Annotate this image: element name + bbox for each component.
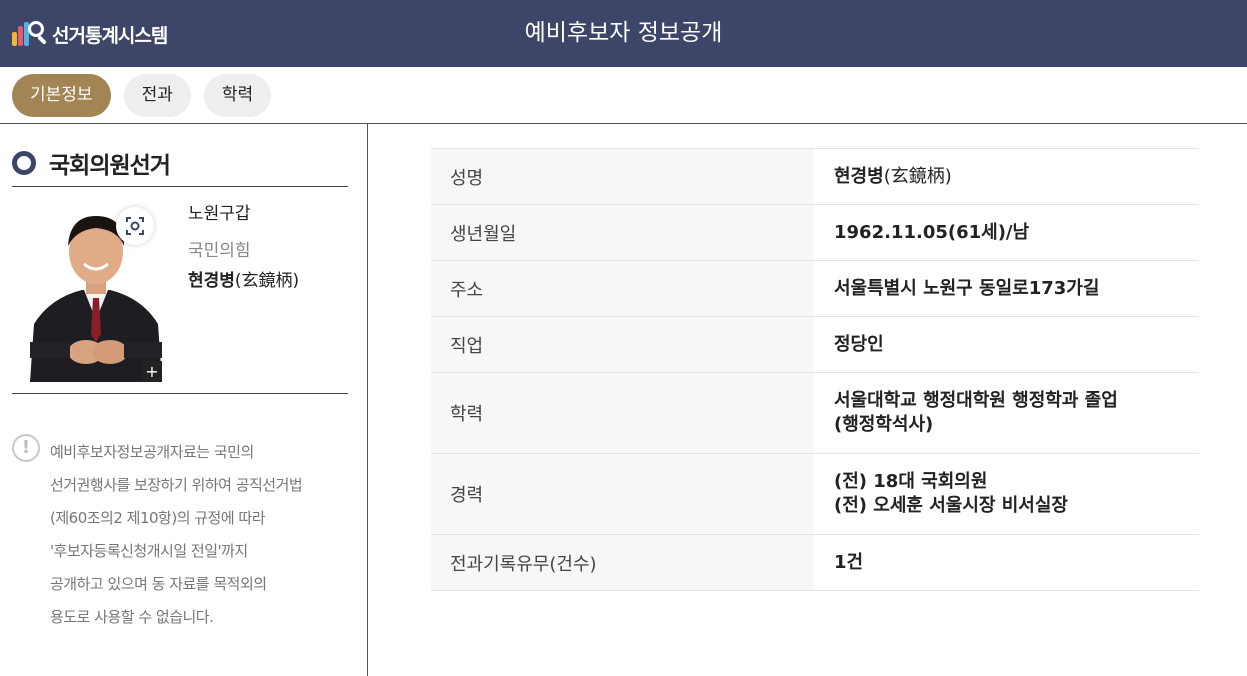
education-line: (행정학석사) — [834, 414, 934, 435]
tab-bar: 기본정보 전과 학력 — [12, 74, 284, 117]
value-criminal-record: 1건 — [814, 534, 1199, 591]
notice-line: (제60조의2 제10항)의 규정에 따라 — [50, 509, 266, 527]
value-name-hangul: 현경병 — [834, 165, 884, 187]
tab-basic-info[interactable]: 기본정보 — [12, 74, 111, 117]
sidebar-separator — [12, 393, 348, 394]
notice-line: 선거권행사를 보장하기 위하여 공직선거법 — [50, 476, 303, 494]
table-row: 경력 (전) 18대 국회의원 (전) 오세훈 서울시장 비서실장 — [431, 453, 1199, 535]
table-row: 전과기록유무(건수) 1건 — [431, 534, 1199, 591]
notice-line: 예비후보자정보공개자료는 국민의 — [50, 443, 254, 461]
value-name-hanja: (玄鏡柄) — [883, 165, 952, 187]
sidebar-separator — [12, 186, 348, 187]
value-address: 서울특별시 노원구 동일로173가길 — [814, 260, 1199, 317]
top-bar: 선거통계시스템 예비후보자 정보공개 — [0, 0, 1247, 67]
header-divider — [0, 123, 1247, 124]
label-education: 학력 — [431, 372, 814, 454]
candidate-info-table: 성명 현경병(玄鏡柄) 생년월일 1962.11.05(61세)/남 주소 서울… — [431, 148, 1199, 591]
career-line: (전) 오세훈 서울시장 비서실장 — [834, 495, 1068, 516]
candidate-name-hanja: (玄鏡柄) — [234, 271, 300, 291]
label-address: 주소 — [431, 260, 814, 317]
sidebar-divider — [367, 123, 368, 676]
label-name: 성명 — [431, 148, 814, 205]
education-line: 서울대학교 행정대학원 행정학과 졸업 — [834, 390, 1118, 411]
label-birth: 생년월일 — [431, 204, 814, 261]
label-job: 직업 — [431, 316, 814, 373]
candidate-name-hangul: 현경병 — [188, 271, 235, 291]
district-name: 노원구갑 — [188, 204, 251, 224]
ring-bullet-icon — [12, 151, 36, 175]
career-line: (전) 18대 국회의원 — [834, 471, 988, 492]
tab-criminal-record[interactable]: 전과 — [123, 74, 191, 117]
table-row: 직업 정당인 — [431, 316, 1199, 373]
photo-enlarge-button[interactable]: + — [142, 361, 162, 382]
election-type-heading: 국회의원선거 — [12, 146, 171, 180]
face-scan-icon — [126, 217, 144, 235]
disclosure-notice: 예비후보자정보공개자료는 국민의 선거권행사를 보장하기 위하여 공직선거법 (… — [50, 436, 355, 634]
notice-line: 공개하고 있으며 동 자료를 목적외의 — [50, 575, 267, 593]
value-job: 정당인 — [814, 316, 1199, 373]
value-career: (전) 18대 국회의원 (전) 오세훈 서울시장 비서실장 — [814, 453, 1199, 535]
election-type-label: 국회의원선거 — [49, 153, 171, 179]
tab-education[interactable]: 학력 — [203, 74, 272, 117]
table-row: 생년월일 1962.11.05(61세)/남 — [431, 204, 1199, 261]
table-row: 학력 서울대학교 행정대학원 행정학과 졸업 (행정학석사) — [431, 372, 1199, 454]
table-row: 주소 서울특별시 노원구 동일로173가길 — [431, 260, 1199, 317]
label-criminal-record: 전과기록유무(건수) — [431, 534, 814, 591]
table-row: 성명 현경병(玄鏡柄) — [431, 148, 1199, 205]
page-title: 예비후보자 정보공개 — [524, 20, 723, 46]
face-search-button[interactable] — [116, 207, 154, 245]
candidate-name: 현경병(玄鏡柄) — [188, 266, 299, 291]
value-education: 서울대학교 행정대학원 행정학과 졸업 (행정학석사) — [814, 372, 1199, 454]
notice-line: 용도로 사용할 수 없습니다. — [50, 608, 214, 626]
party-name: 국민의힘 — [188, 241, 251, 261]
value-name: 현경병(玄鏡柄) — [814, 148, 1199, 205]
label-career: 경력 — [431, 453, 814, 535]
value-birth: 1962.11.05(61세)/남 — [814, 204, 1199, 261]
exclamation-icon: ! — [12, 434, 40, 462]
notice-line: '후보자등록신청개시일 전일'까지 — [50, 542, 248, 560]
